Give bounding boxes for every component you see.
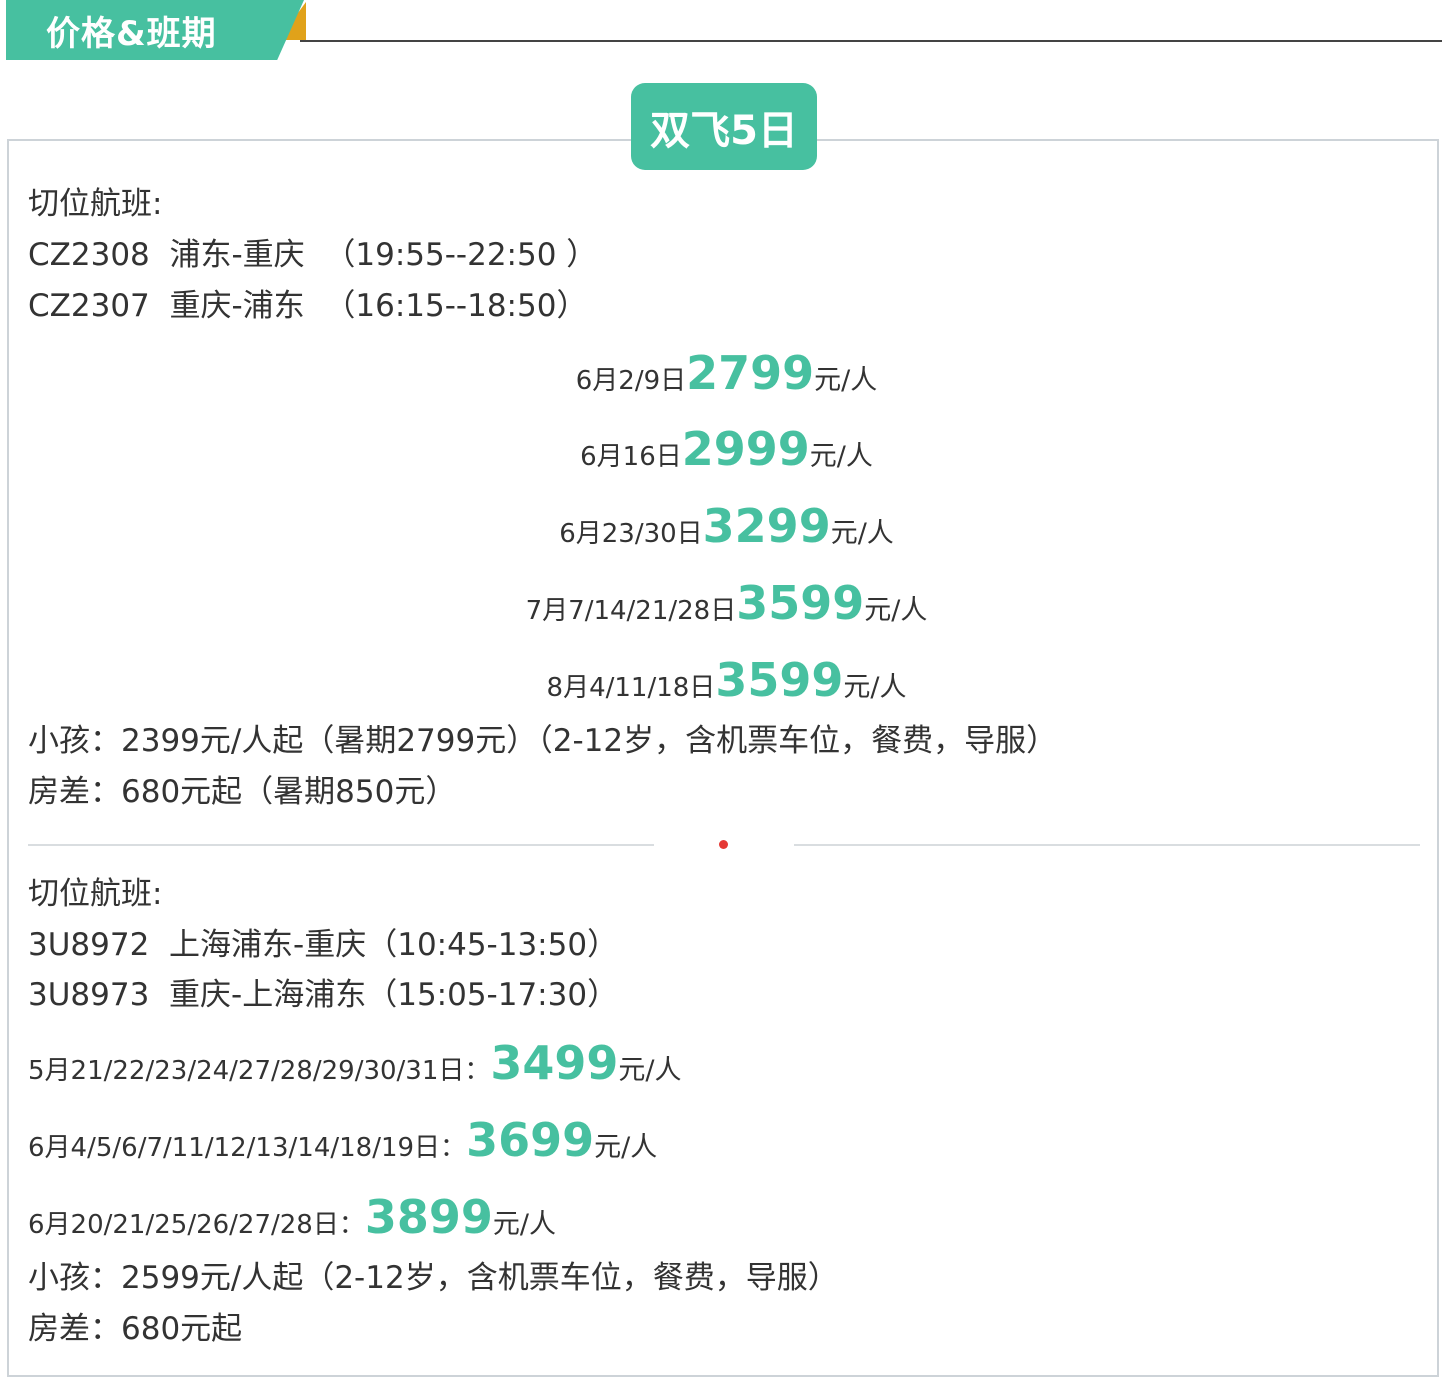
price-value: 2999 xyxy=(681,422,810,476)
price-date: 6月16日 xyxy=(580,442,682,472)
section-header: 价格&班期 xyxy=(0,0,1453,62)
flight-time: （16:15--18:50） xyxy=(324,288,588,324)
price-value: 3699 xyxy=(466,1113,595,1167)
child-price-note: 小孩：2599元/人起（2-12岁，含机票车位，餐费，导服） xyxy=(28,1260,839,1296)
flight-row: CZ2307 重庆-浦东 （16:15--18:50） xyxy=(28,291,587,322)
price-unit: 元/人 xyxy=(618,1055,682,1086)
price-date: 7月7/14/21/28日 xyxy=(525,596,737,626)
price-date: 5月21/22/23/24/27/28/29/30/31日： xyxy=(28,1056,491,1086)
price-unit: 元/人 xyxy=(594,1132,658,1163)
price-value: 3599 xyxy=(736,576,865,630)
flight-number: 3U8973 xyxy=(28,977,150,1013)
price-value: 3499 xyxy=(490,1036,619,1090)
flight-number: 3U8972 xyxy=(28,927,150,963)
flight-route: 上海浦东-重庆（10:45-13:50） xyxy=(169,927,619,963)
price-date: 6月4/5/6/7/11/12/13/14/18/19日： xyxy=(28,1133,467,1163)
price-unit: 元/人 xyxy=(830,518,894,549)
price-value: 2799 xyxy=(686,346,815,400)
flights-title: 切位航班: xyxy=(28,186,163,222)
price-date: 6月23/30日 xyxy=(559,519,703,549)
header-rule xyxy=(300,40,1442,42)
flight-number: CZ2307 xyxy=(28,288,150,324)
price-row: 5月21/22/23/24/27/28/29/30/31日：3499元/人 xyxy=(28,1040,682,1086)
flight-row: CZ2308 浦东-重庆 （19:55--22:50 ） xyxy=(28,240,597,271)
price-row: 7月7/14/21/28日3599元/人 xyxy=(0,580,1453,626)
price-row: 6月4/5/6/7/11/12/13/14/18/19日：3699元/人 xyxy=(28,1117,657,1163)
price-unit: 元/人 xyxy=(814,365,878,396)
flight-row: 3U8973 重庆-上海浦东（15:05-17:30） xyxy=(28,980,618,1011)
flight-route: 重庆-上海浦东（15:05-17:30） xyxy=(169,977,619,1013)
divider-line xyxy=(794,844,1420,846)
price-value: 3599 xyxy=(715,653,844,707)
price-unit: 元/人 xyxy=(492,1209,556,1240)
flight-route: 重庆-浦东 xyxy=(169,288,305,324)
package-badge: 双飞5日 xyxy=(631,83,817,170)
price-value: 3899 xyxy=(364,1190,493,1244)
price-date: 8月4/11/18日 xyxy=(546,673,716,703)
divider-dot xyxy=(719,840,728,849)
price-unit: 元/人 xyxy=(843,672,907,703)
divider-line xyxy=(28,844,654,846)
price-unit: 元/人 xyxy=(809,441,873,472)
price-row: 6月20/21/25/26/27/28日：3899元/人 xyxy=(28,1194,556,1240)
single-room-note: 房差：680元起（暑期850元） xyxy=(28,774,457,810)
price-value: 3299 xyxy=(702,499,831,553)
price-row: 6月2/9日2799元/人 xyxy=(0,350,1453,396)
price-row: 6月16日2999元/人 xyxy=(0,426,1453,472)
price-row: 6月23/30日3299元/人 xyxy=(0,503,1453,549)
flight-route: 浦东-重庆 xyxy=(169,237,305,273)
flight-row: 3U8972 上海浦东-重庆（10:45-13:50） xyxy=(28,930,618,961)
price-date: 6月20/21/25/26/27/28日： xyxy=(28,1210,365,1240)
price-row: 8月4/11/18日3599元/人 xyxy=(0,657,1453,703)
flight-time: （19:55--22:50 ） xyxy=(324,237,598,273)
flights-title: 切位航班: xyxy=(28,876,163,912)
child-price-note: 小孩：2399元/人起（暑期2799元）（2-12岁，含机票车位，餐费，导服） xyxy=(28,723,1058,759)
price-date: 6月2/9日 xyxy=(575,366,687,396)
single-room-note: 房差：680元起 xyxy=(28,1311,243,1347)
flight-number: CZ2308 xyxy=(28,237,150,273)
section-title: 价格&班期 xyxy=(46,14,217,54)
price-unit: 元/人 xyxy=(864,595,928,626)
